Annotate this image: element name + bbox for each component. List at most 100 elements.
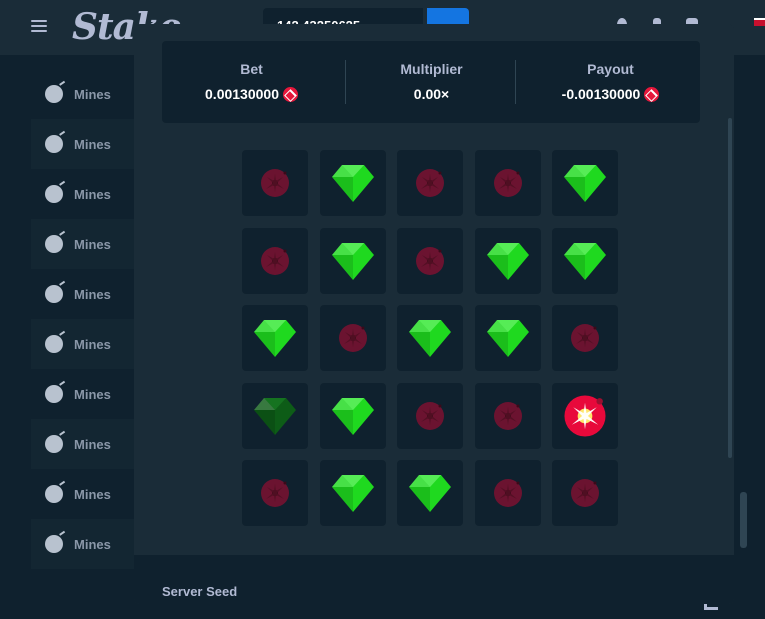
gem-tile[interactable] bbox=[242, 382, 308, 449]
payout-stat: Payout -0.00130000 bbox=[521, 41, 700, 123]
mine-tile[interactable] bbox=[552, 305, 618, 371]
server-seed-label: Server Seed bbox=[162, 584, 238, 599]
mines-game-icon bbox=[45, 135, 63, 153]
mine-icon bbox=[260, 246, 290, 276]
mine-tile[interactable] bbox=[319, 305, 386, 371]
gem-tile[interactable] bbox=[319, 227, 386, 294]
gem-icon bbox=[331, 163, 375, 203]
mine-icon bbox=[338, 323, 368, 353]
list-item-label: Mines bbox=[74, 136, 111, 152]
list-item-label: Mines bbox=[74, 536, 111, 552]
mines-game-icon bbox=[45, 435, 63, 453]
mine-tile[interactable] bbox=[552, 460, 618, 526]
mines-game-icon bbox=[45, 535, 63, 553]
gem-icon bbox=[331, 473, 375, 513]
language-flag-icon[interactable] bbox=[754, 18, 765, 26]
mine-icon bbox=[260, 478, 290, 508]
mine-tile[interactable] bbox=[474, 150, 541, 216]
list-item-label: Mines bbox=[74, 336, 111, 352]
gem-icon bbox=[563, 241, 607, 281]
payout-value: -0.00130000 bbox=[561, 86, 641, 102]
menu-icon[interactable] bbox=[31, 17, 47, 33]
gem-tile[interactable] bbox=[319, 150, 386, 216]
tron-coin-icon bbox=[282, 87, 298, 102]
mine-icon bbox=[415, 246, 445, 276]
gem-tile[interactable] bbox=[242, 305, 308, 371]
mines-game-icon bbox=[45, 335, 63, 353]
list-item-label: Mines bbox=[74, 186, 111, 202]
fairness-section: Server Seed bbox=[134, 555, 734, 604]
mines-game-icon bbox=[45, 235, 63, 253]
list-item[interactable]: Mines bbox=[31, 369, 141, 419]
gem-icon bbox=[486, 241, 530, 281]
mine-tile[interactable] bbox=[397, 227, 463, 294]
mine-icon bbox=[563, 394, 607, 438]
bet-value: 0.00130000 bbox=[205, 86, 279, 102]
mine-tile-hit[interactable] bbox=[552, 382, 618, 449]
gem-icon bbox=[331, 241, 375, 281]
gem-icon bbox=[408, 318, 452, 358]
gem-tile[interactable] bbox=[397, 305, 463, 371]
bet-details-modal: Bet 0.00130000 Multiplier 0.00× Payout -… bbox=[134, 24, 734, 604]
list-item-label: Mines bbox=[74, 386, 111, 402]
gem-icon bbox=[253, 318, 297, 358]
gem-icon bbox=[563, 163, 607, 203]
list-item[interactable]: Mines bbox=[31, 269, 141, 319]
list-item-label: Mines bbox=[74, 236, 111, 252]
gem-icon bbox=[408, 473, 452, 513]
bet-stat: Bet 0.00130000 bbox=[162, 41, 341, 123]
gem-tile[interactable] bbox=[552, 227, 618, 294]
mine-tile[interactable] bbox=[242, 150, 308, 216]
gem-tile[interactable] bbox=[474, 305, 541, 371]
mine-icon bbox=[415, 401, 445, 431]
gem-icon bbox=[253, 396, 297, 436]
mine-icon bbox=[493, 168, 523, 198]
tron-coin-icon bbox=[644, 87, 660, 102]
bet-history-list: Mines Mines Mines Mines Mines Mines Mines Mines… bbox=[31, 69, 141, 569]
multiplier-stat: Multiplier 0.00× bbox=[342, 41, 521, 123]
mine-icon bbox=[493, 478, 523, 508]
payout-label: Payout bbox=[587, 61, 634, 77]
gem-tile[interactable] bbox=[474, 227, 541, 294]
gem-tile[interactable] bbox=[397, 460, 463, 526]
list-item[interactable]: Mines bbox=[31, 519, 141, 569]
mines-game-icon bbox=[45, 185, 63, 203]
bet-stats-panel: Bet 0.00130000 Multiplier 0.00× Payout -… bbox=[162, 41, 700, 123]
list-item-label: Mines bbox=[74, 286, 111, 302]
mine-tile[interactable] bbox=[242, 460, 308, 526]
list-item-label: Mines bbox=[74, 436, 111, 452]
gem-tile[interactable] bbox=[319, 382, 386, 449]
bet-label: Bet bbox=[240, 61, 263, 77]
multiplier-label: Multiplier bbox=[400, 61, 463, 77]
list-item[interactable]: Mines bbox=[31, 69, 141, 119]
gem-icon bbox=[331, 396, 375, 436]
mine-icon bbox=[260, 168, 290, 198]
mine-tile[interactable] bbox=[397, 150, 463, 216]
list-item[interactable]: Mines bbox=[31, 319, 141, 369]
list-item[interactable]: Mines bbox=[31, 219, 141, 269]
bet-value-row: 0.00130000 bbox=[162, 86, 341, 102]
gem-tile[interactable] bbox=[552, 150, 618, 216]
list-item[interactable]: Mines bbox=[31, 419, 141, 469]
modal-scrollbar[interactable] bbox=[728, 118, 732, 458]
mine-icon bbox=[415, 168, 445, 198]
mine-tile[interactable] bbox=[242, 227, 308, 294]
mine-icon bbox=[570, 478, 600, 508]
mines-game-icon bbox=[45, 485, 63, 503]
page-scrollbar[interactable] bbox=[740, 492, 747, 548]
mines-game-icon bbox=[45, 85, 63, 103]
mine-tile[interactable] bbox=[474, 382, 541, 449]
mine-icon bbox=[570, 323, 600, 353]
mine-tile[interactable] bbox=[474, 460, 541, 526]
gem-tile[interactable] bbox=[319, 460, 386, 526]
mines-game-icon bbox=[45, 385, 63, 403]
list-item[interactable]: Mines bbox=[31, 469, 141, 519]
list-item[interactable]: Mines bbox=[31, 119, 141, 169]
mine-tile[interactable] bbox=[397, 382, 463, 449]
divider bbox=[515, 60, 516, 104]
payout-value-row: -0.00130000 bbox=[521, 86, 700, 102]
gem-icon bbox=[486, 318, 530, 358]
multiplier-value: 0.00× bbox=[413, 86, 450, 102]
list-item[interactable]: Mines bbox=[31, 169, 141, 219]
mines-game-icon bbox=[45, 285, 63, 303]
